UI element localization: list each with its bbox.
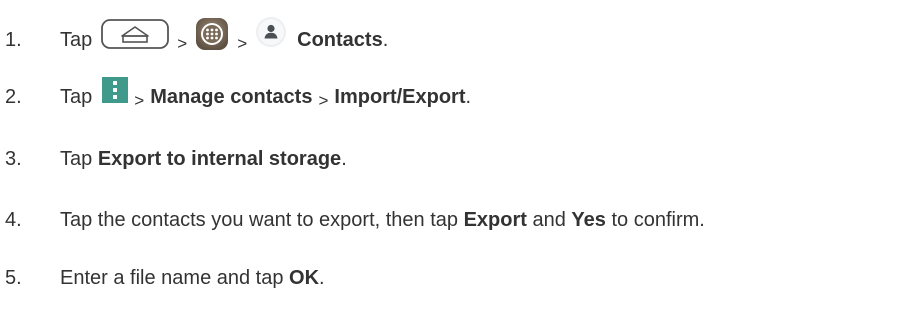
step-number: 4. xyxy=(5,209,22,231)
export-label: Export xyxy=(463,209,527,231)
step-number: 3. xyxy=(5,148,22,170)
step-text: and xyxy=(526,209,572,231)
separator: > xyxy=(318,91,329,110)
step-1: 1. Tap > > Contacts . xyxy=(5,17,389,60)
yes-label: Yes xyxy=(571,209,606,231)
step-3: 3. Tap Export to internal storage . xyxy=(5,139,347,179)
step-text: Tap xyxy=(60,86,93,108)
step-end: . xyxy=(319,267,325,289)
contacts-label: Contacts xyxy=(297,29,383,51)
ok-label: OK xyxy=(289,267,320,289)
step-text: Enter a file name and tap xyxy=(60,267,290,289)
import-export-label: Import/Export xyxy=(334,86,466,108)
step-text: Tap the contacts you want to export, the… xyxy=(60,209,464,231)
export-storage-label: Export to internal storage xyxy=(97,148,342,170)
step-end: . xyxy=(465,86,472,108)
step-end: . xyxy=(382,29,389,51)
step-number: 2. xyxy=(5,86,22,108)
separator: > xyxy=(177,34,188,53)
step-end: . xyxy=(341,148,347,170)
step-text: Tap xyxy=(60,29,93,51)
separator: > xyxy=(134,91,145,110)
contacts-icon xyxy=(255,16,287,48)
step-number: 5. xyxy=(5,267,22,289)
step-2: 2. Tap > Manage contacts > Import/Export… xyxy=(5,77,471,117)
manage-contacts-label: Manage contacts xyxy=(150,86,313,108)
apps-icon xyxy=(195,17,229,51)
step-5: 5. Enter a file name and tap OK . xyxy=(5,258,325,298)
step-4: 4. Tap the contacts you want to export, … xyxy=(5,200,705,240)
instruction-list: 1. Tap > > Contacts . 2. Tap > Manage co… xyxy=(0,0,923,312)
menu-icon xyxy=(102,77,129,103)
step-number: 1. xyxy=(5,29,22,51)
separator: > xyxy=(237,34,248,53)
step-text: Tap xyxy=(60,148,98,170)
step-text: to confirm. xyxy=(605,209,705,231)
home-icon xyxy=(101,19,170,49)
